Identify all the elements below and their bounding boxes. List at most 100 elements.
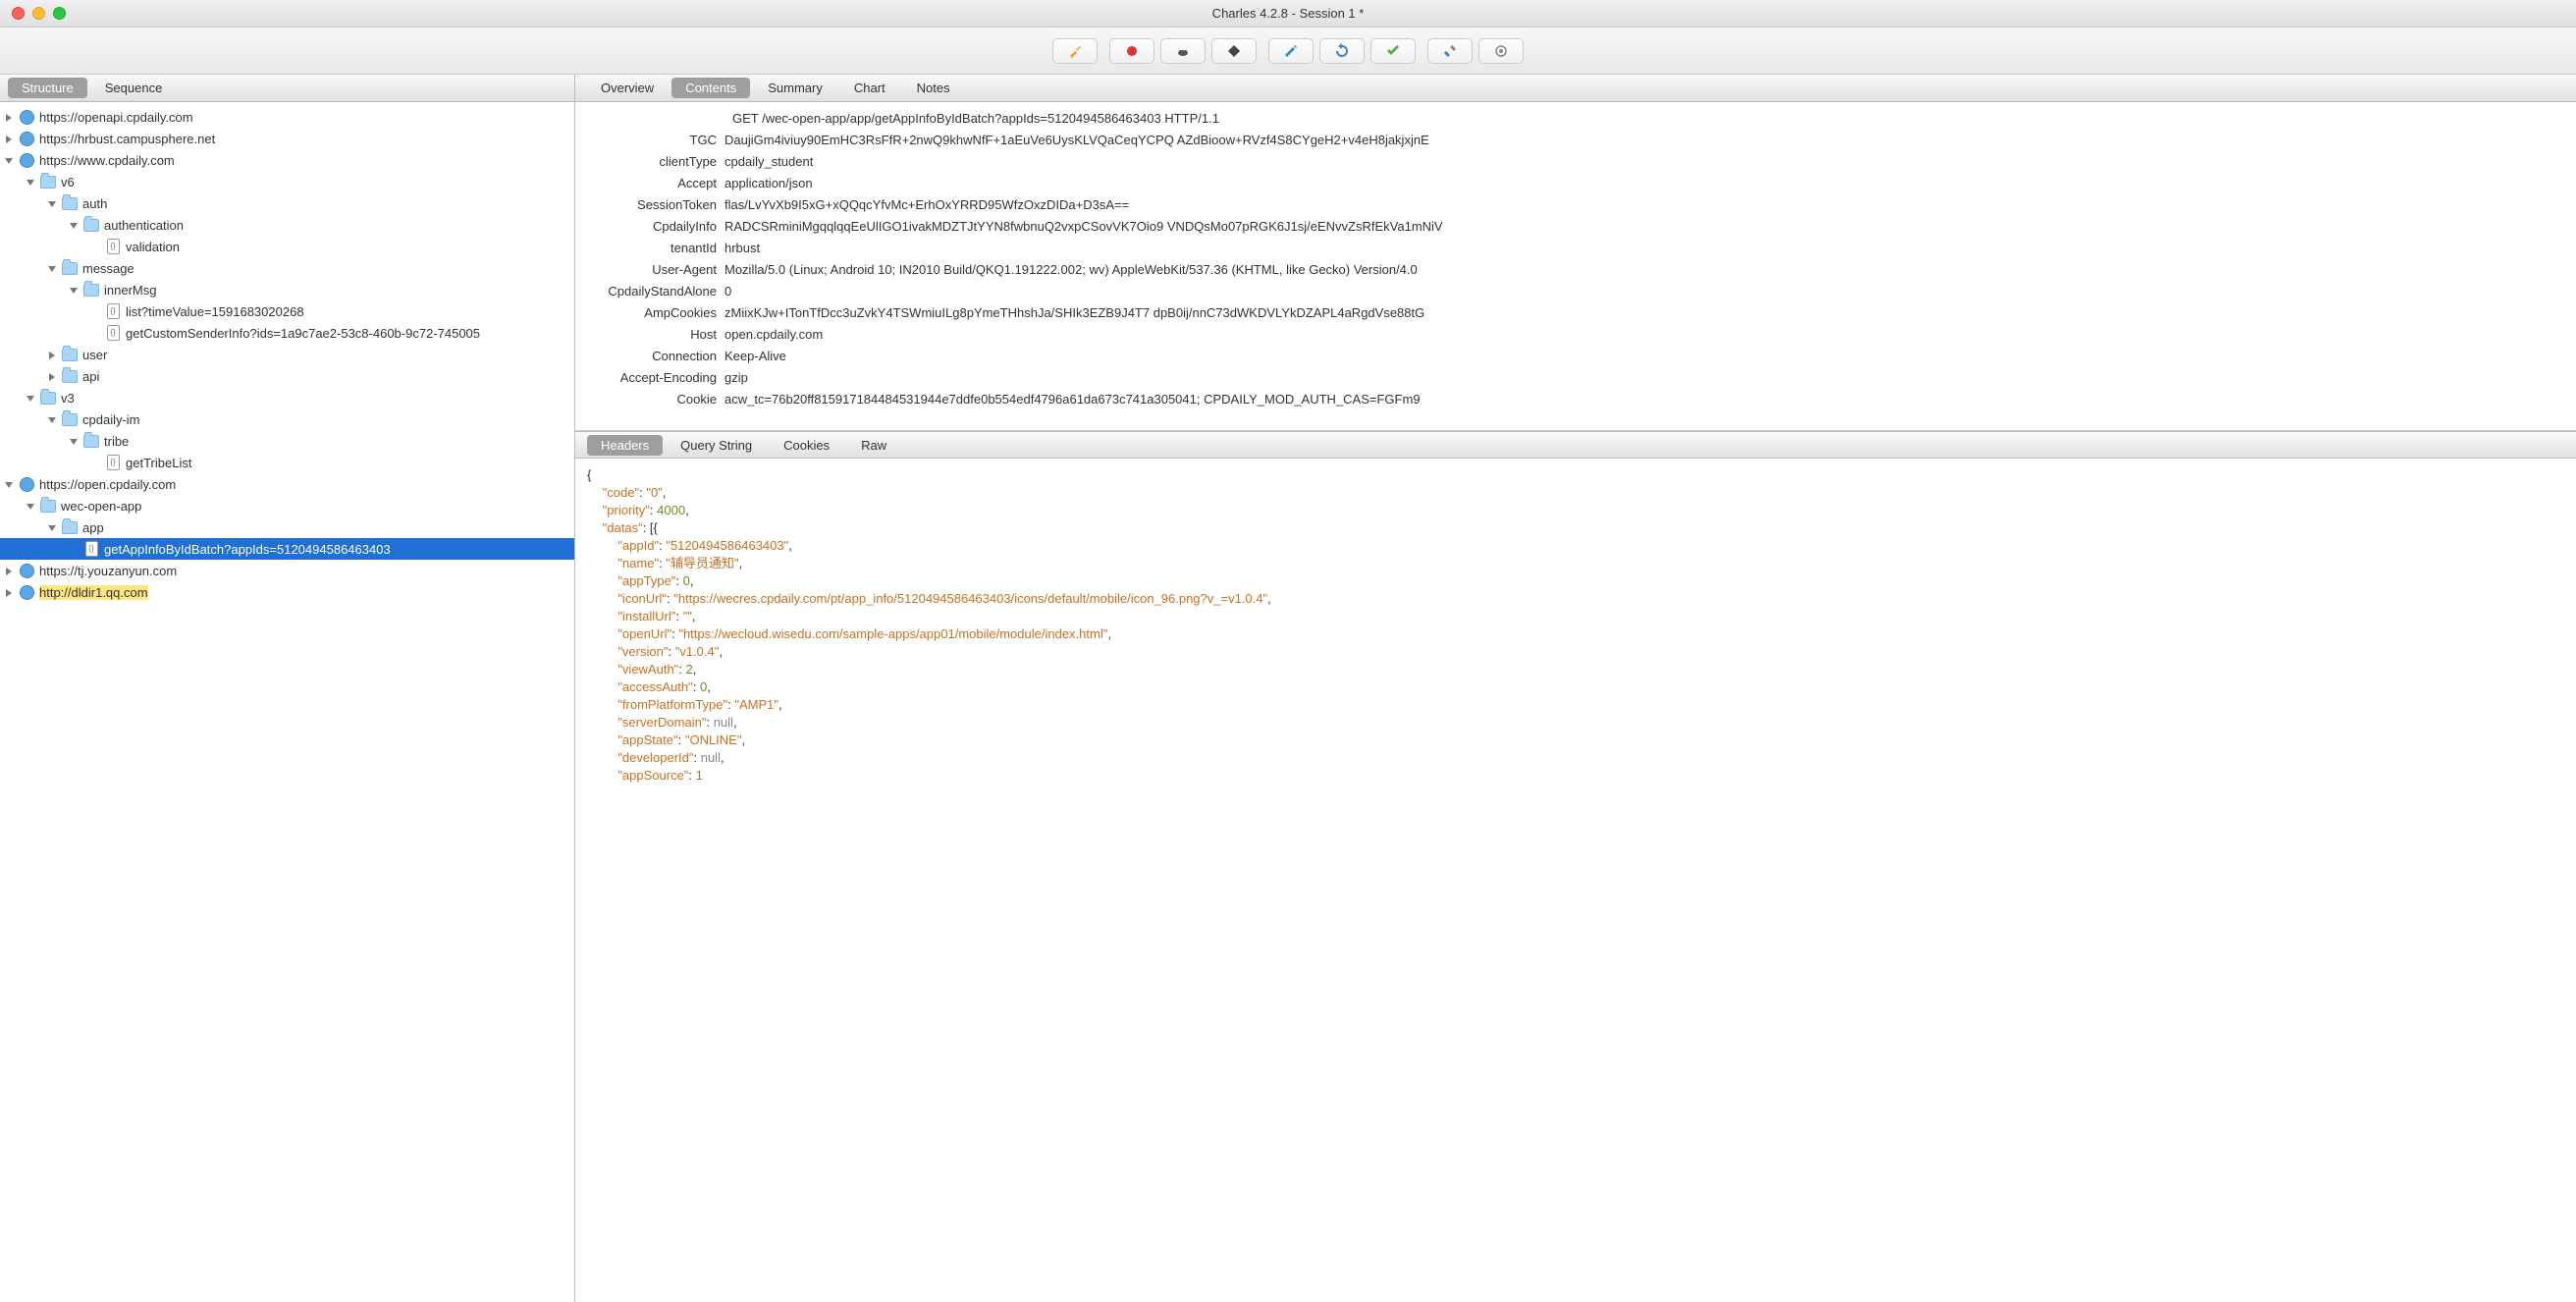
validate-button[interactable] [1370, 38, 1416, 64]
header-key: Accept [587, 173, 724, 194]
header-row: Hostopen.cpdaily.com [587, 324, 2564, 346]
header-key: Host [587, 324, 724, 346]
minimize-window-button[interactable] [32, 7, 45, 20]
header-row: Cookieacw_tc=76b20ff815917184484531944e7… [587, 389, 2564, 410]
file-icon: {} [104, 454, 122, 471]
left-tab-bar: Structure Sequence [0, 75, 574, 102]
settings-button[interactable] [1478, 38, 1524, 64]
header-row: CpdailyInfoRADCSRminiMgqqlqqEeUlIGO1ivak… [587, 216, 2564, 238]
tree-file[interactable]: {}validation [0, 236, 574, 257]
left-panel: Structure Sequence https://openapi.cpdai… [0, 75, 575, 1302]
tree-folder[interactable]: user [0, 344, 574, 365]
folder-icon [39, 497, 57, 515]
tree-folder[interactable]: app [0, 516, 574, 538]
subtab-raw[interactable]: Raw [847, 435, 900, 456]
chevron-down-icon [47, 262, 59, 274]
chevron-right-icon [4, 111, 16, 123]
subtab-query-string[interactable]: Query String [667, 435, 766, 456]
session-tree[interactable]: https://openapi.cpdaily.com https://hrbu… [0, 102, 574, 1302]
chevron-right-icon [4, 565, 16, 576]
chevron-down-icon [69, 435, 80, 447]
breakpoints-button[interactable] [1211, 38, 1257, 64]
broom-button[interactable] [1052, 38, 1098, 64]
header-value: hrbust [724, 238, 2564, 259]
tree-folder[interactable]: innerMsg [0, 279, 574, 300]
folder-icon [82, 432, 100, 450]
header-key: CpdailyStandAlone [587, 281, 724, 302]
tree-file[interactable]: {}list?timeValue=1591683020268 [0, 300, 574, 322]
tab-chart[interactable]: Chart [840, 78, 899, 98]
chevron-right-icon [47, 370, 59, 382]
tree-host[interactable]: https://tj.youzanyun.com [0, 560, 574, 581]
header-row: User-AgentMozilla/5.0 (Linux; Android 10… [587, 259, 2564, 281]
edit-button[interactable] [1268, 38, 1314, 64]
tree-file[interactable]: {}getCustomSenderInfo?ids=1a9c7ae2-53c8-… [0, 322, 574, 344]
tab-structure[interactable]: Structure [8, 78, 87, 98]
tree-folder[interactable]: auth [0, 192, 574, 214]
tree-host[interactable]: https://hrbust.campusphere.net [0, 128, 574, 149]
repeat-button[interactable] [1319, 38, 1365, 64]
folder-icon [61, 194, 79, 212]
tab-overview[interactable]: Overview [587, 78, 668, 98]
header-key: CpdailyInfo [587, 216, 724, 238]
header-key: AmpCookies [587, 302, 724, 324]
header-value: cpdaily_student [724, 151, 2564, 173]
tree-file-selected[interactable]: {}getAppInfoByIdBatch?appIds=51204945864… [0, 538, 574, 560]
tree-folder[interactable]: tribe [0, 430, 574, 452]
subtab-cookies[interactable]: Cookies [770, 435, 843, 456]
header-key: tenantId [587, 238, 724, 259]
header-row: TGCDaujiGm4iviuy90EmHC3RsFfR+2nwQ9khwNfF… [587, 130, 2564, 151]
tab-sequence[interactable]: Sequence [91, 78, 177, 98]
header-key: Cookie [587, 389, 724, 410]
header-row: AmpCookieszMiixKJw+ITonTfDcc3uZvkY4TSWmi… [587, 302, 2564, 324]
tree-folder[interactable]: v3 [0, 387, 574, 408]
tab-summary[interactable]: Summary [754, 78, 836, 98]
globe-icon [18, 475, 35, 493]
throttle-button[interactable] [1160, 38, 1206, 64]
tree-host[interactable]: http://dldir1.qq.com [0, 581, 574, 603]
globe-icon [18, 562, 35, 579]
header-value: zMiixKJw+ITonTfDcc3uZvkY4TSWmiuILg8pYmeT… [724, 302, 2564, 324]
tree-host[interactable]: https://www.cpdaily.com [0, 149, 574, 171]
header-value: acw_tc=76b20ff815917184484531944e7ddfe0b… [724, 389, 2564, 410]
tree-folder[interactable]: message [0, 257, 574, 279]
file-icon: {} [104, 302, 122, 320]
header-value: flas/LvYvXb9I5xG+xQQqcYfvMc+ErhOxYRRD95W… [724, 194, 2564, 216]
response-json-pane[interactable]: { "code": "0", "priority": 4000, "datas"… [575, 459, 2576, 1302]
tree-folder[interactable]: api [0, 365, 574, 387]
folder-icon [61, 518, 79, 536]
tree-host[interactable]: https://openapi.cpdaily.com [0, 106, 574, 128]
file-icon: {} [82, 540, 100, 558]
subtab-headers[interactable]: Headers [587, 435, 663, 456]
chevron-right-icon [47, 349, 59, 360]
record-button[interactable] [1109, 38, 1154, 64]
header-key: clientType [587, 151, 724, 173]
header-value: 0 [724, 281, 2564, 302]
header-value: open.cpdaily.com [724, 324, 2564, 346]
header-value: Mozilla/5.0 (Linux; Android 10; IN2010 B… [724, 259, 2564, 281]
folder-icon [61, 259, 79, 277]
chevron-down-icon [26, 500, 37, 512]
tools-button[interactable] [1427, 38, 1473, 64]
header-value: Keep-Alive [724, 346, 2564, 367]
tab-notes[interactable]: Notes [903, 78, 964, 98]
tab-contents[interactable]: Contents [671, 78, 750, 98]
header-value: application/json [724, 173, 2564, 194]
chevron-right-icon [4, 133, 16, 144]
file-icon: {} [104, 324, 122, 342]
sub-tab-bar: Headers Query String Cookies Raw [575, 431, 2576, 459]
tree-file[interactable]: {}getTribeList [0, 452, 574, 473]
tree-host[interactable]: https://open.cpdaily.com [0, 473, 574, 495]
tree-folder[interactable]: authentication [0, 214, 574, 236]
header-value: RADCSRminiMgqqlqqEeUlIGO1ivakMDZTJtYYN8f… [724, 216, 2564, 238]
globe-icon [18, 130, 35, 147]
maximize-window-button[interactable] [53, 7, 66, 20]
folder-icon [61, 346, 79, 363]
close-window-button[interactable] [12, 7, 25, 20]
header-key: Connection [587, 346, 724, 367]
header-row: ConnectionKeep-Alive [587, 346, 2564, 367]
request-headers-pane: GET /wec-open-app/app/getAppInfoByIdBatc… [575, 102, 2576, 431]
tree-folder[interactable]: cpdaily-im [0, 408, 574, 430]
tree-folder[interactable]: v6 [0, 171, 574, 192]
tree-folder[interactable]: wec-open-app [0, 495, 574, 516]
